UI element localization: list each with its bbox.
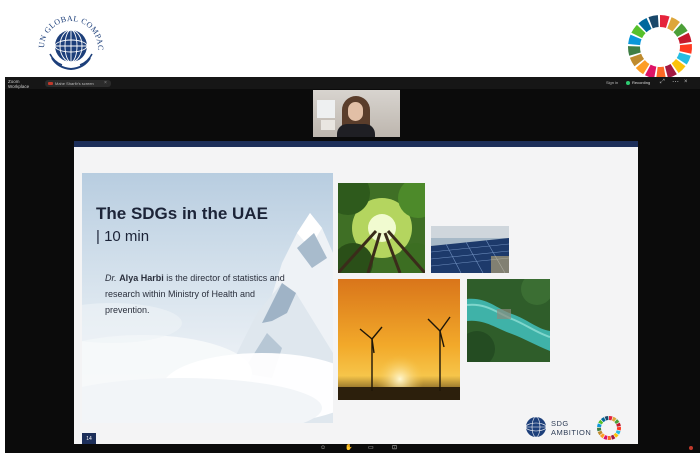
shared-slide: The SDGs in the UAE | 10 min Dr. Alya Ha… [74, 141, 638, 445]
participant-video[interactable] [313, 90, 400, 137]
slide-duration: | 10 min [96, 228, 150, 245]
sdg-logo-line1: SDG [551, 419, 569, 428]
sdg-ambition-logo: SDG AMBITION [524, 415, 624, 441]
sdg-wheel-segment [628, 46, 641, 56]
sdg-wheel-segment [607, 435, 612, 440]
leave-icon[interactable] [689, 446, 693, 450]
sdg-wheel-segment [604, 416, 609, 421]
screen-share-label: Mahe Sharfir's screen [55, 81, 94, 86]
recording-label: Recording [632, 80, 651, 85]
video-shelf-bg [321, 120, 335, 130]
participant-body [337, 124, 375, 137]
sdg-wheel-segment [597, 427, 602, 432]
wind-turbines-sunset-photo [338, 279, 460, 400]
slide-top-bar [74, 141, 638, 147]
more-options-icon[interactable]: ⋯ [672, 78, 679, 86]
sdg-wheel-segment [609, 416, 613, 421]
workspace-label: Zoom Workplace [8, 79, 30, 89]
speaker-name: Alya Harbi [119, 273, 164, 283]
raise-hand-icon[interactable]: ✋ [345, 444, 352, 453]
speaker-bio: Dr. Alya Harbi is the director of statis… [105, 270, 300, 318]
solar-panels-photo [431, 226, 509, 273]
participant-face [348, 102, 363, 121]
meeting-toolbar [5, 444, 700, 453]
reactions-icon[interactable]: ☺ [320, 444, 326, 453]
sdg-wheel-segment [616, 426, 621, 431]
shield-icon [626, 81, 630, 85]
sdg-wheel-segment [660, 15, 670, 28]
sdg-wheel-segment [679, 44, 692, 54]
bio-prefix: Dr. [105, 273, 117, 283]
slide-title: The SDGs in the UAE [96, 204, 268, 223]
close-share-icon[interactable]: × [104, 80, 107, 87]
sign-in-link[interactable]: Sign in [606, 80, 618, 86]
share-indicator-icon [48, 82, 53, 85]
sdg-wheel-logo [627, 14, 693, 80]
video-window-bg [317, 100, 335, 118]
forest-photo [338, 183, 425, 273]
un-global-compact-logo: UN GLOBAL COMPACT [31, 1, 108, 74]
river-aerial-photo [467, 279, 550, 362]
expand-icon[interactable]: ⤢ [660, 79, 665, 86]
share-screen-icon[interactable]: ⊡ [392, 444, 397, 453]
sdg-logo-line2: AMBITION [551, 428, 592, 437]
close-icon[interactable]: × [684, 79, 688, 85]
chat-icon[interactable]: ▭ [368, 444, 374, 453]
